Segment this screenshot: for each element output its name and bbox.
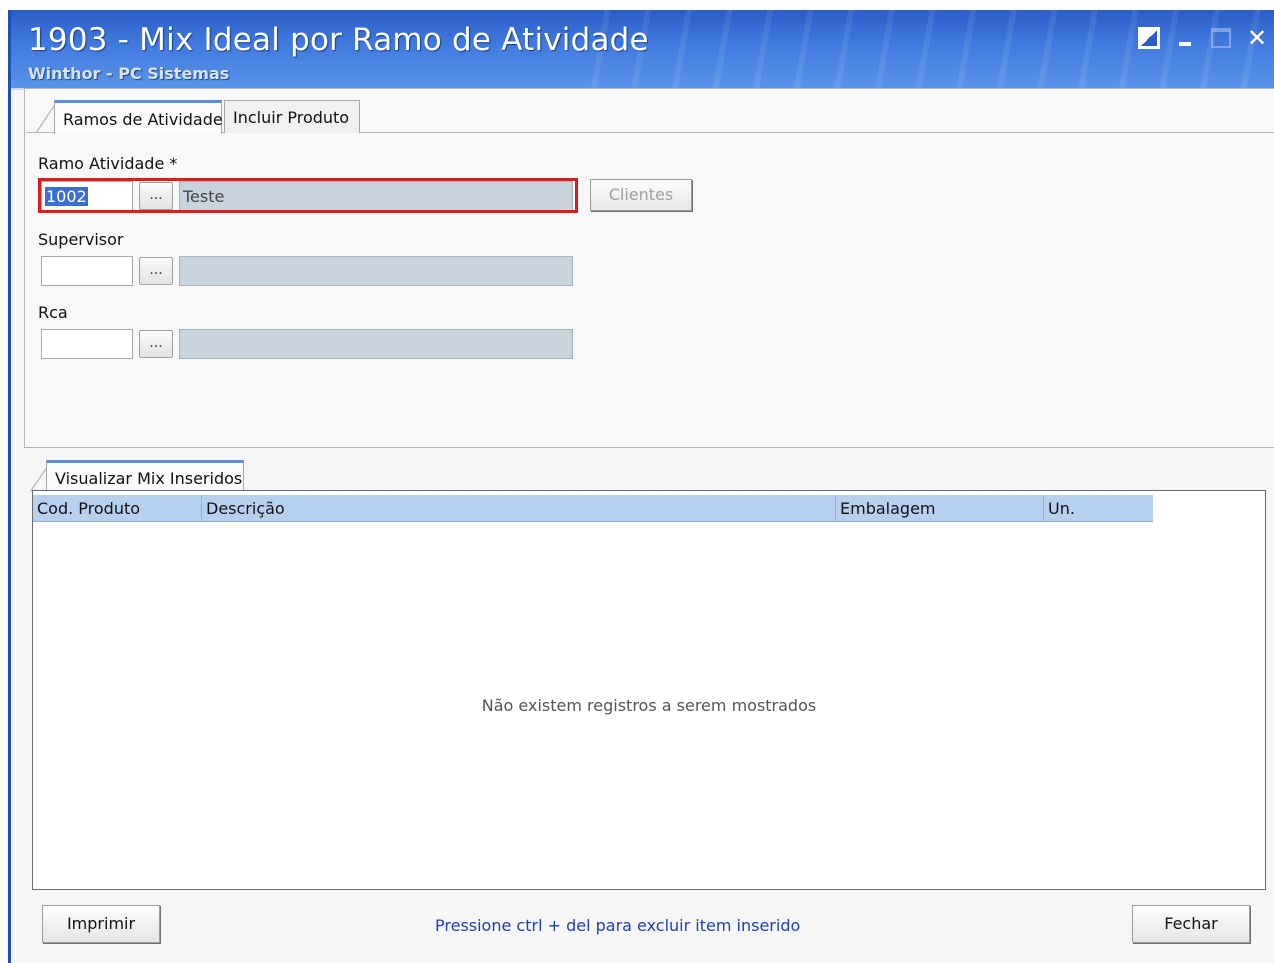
column-embalagem[interactable]: Embalagem: [835, 495, 940, 522]
maximize-icon[interactable]: [1208, 26, 1234, 50]
minimize-icon[interactable]: [1172, 26, 1198, 50]
tab-incluir-produto[interactable]: Incluir Produto: [224, 100, 360, 133]
tab-strip: Ramos de Atividade Incluir Produto: [26, 100, 1274, 134]
restore-icon[interactable]: [1136, 26, 1162, 50]
grid-header: Cod. Produto Descrição Embalagem Un.: [33, 495, 1153, 522]
title-bar[interactable]: 1903 - Mix Ideal por Ramo de Atividade W…: [11, 10, 1274, 90]
mix-tab-strip: Visualizar Mix Inseridos: [26, 460, 1266, 492]
window-controls: ✕: [1126, 24, 1270, 52]
window-subtitle: Winthor - PC Sistemas: [28, 64, 230, 83]
tab-ramos-de-atividade[interactable]: Ramos de Atividade: [54, 100, 223, 134]
window-title: 1903 - Mix Ideal por Ramo de Atividade: [28, 22, 649, 58]
delete-hint: Pressione ctrl + del para excluir item i…: [435, 916, 801, 935]
rca-description-field: [179, 329, 573, 359]
column-un[interactable]: Un.: [1043, 495, 1079, 522]
print-button[interactable]: Imprimir: [42, 905, 160, 943]
supervisor-lookup-button[interactable]: ...: [139, 257, 173, 285]
tab-visualizar-mix[interactable]: Visualizar Mix Inseridos: [46, 460, 244, 492]
ramo-atividade-label: Ramo Atividade *: [38, 154, 178, 173]
column-descricao[interactable]: Descrição: [201, 495, 289, 522]
supervisor-description-field: [179, 256, 573, 286]
column-cod-produto[interactable]: Cod. Produto: [33, 495, 144, 522]
clientes-button[interactable]: Clientes: [590, 179, 692, 211]
supervisor-code-input[interactable]: [41, 256, 133, 286]
close-icon[interactable]: ✕: [1244, 24, 1270, 52]
rca-code-input[interactable]: [41, 329, 133, 359]
close-button[interactable]: Fechar: [1132, 905, 1250, 943]
rca-label: Rca: [38, 303, 68, 322]
mix-grid[interactable]: Cod. Produto Descrição Embalagem Un. Não…: [32, 490, 1266, 890]
rca-lookup-button[interactable]: ...: [139, 330, 173, 358]
grid-empty-message: Não existem registros a serem mostrados: [481, 696, 817, 715]
highlight-box: [38, 178, 578, 213]
supervisor-label: Supervisor: [38, 230, 124, 249]
